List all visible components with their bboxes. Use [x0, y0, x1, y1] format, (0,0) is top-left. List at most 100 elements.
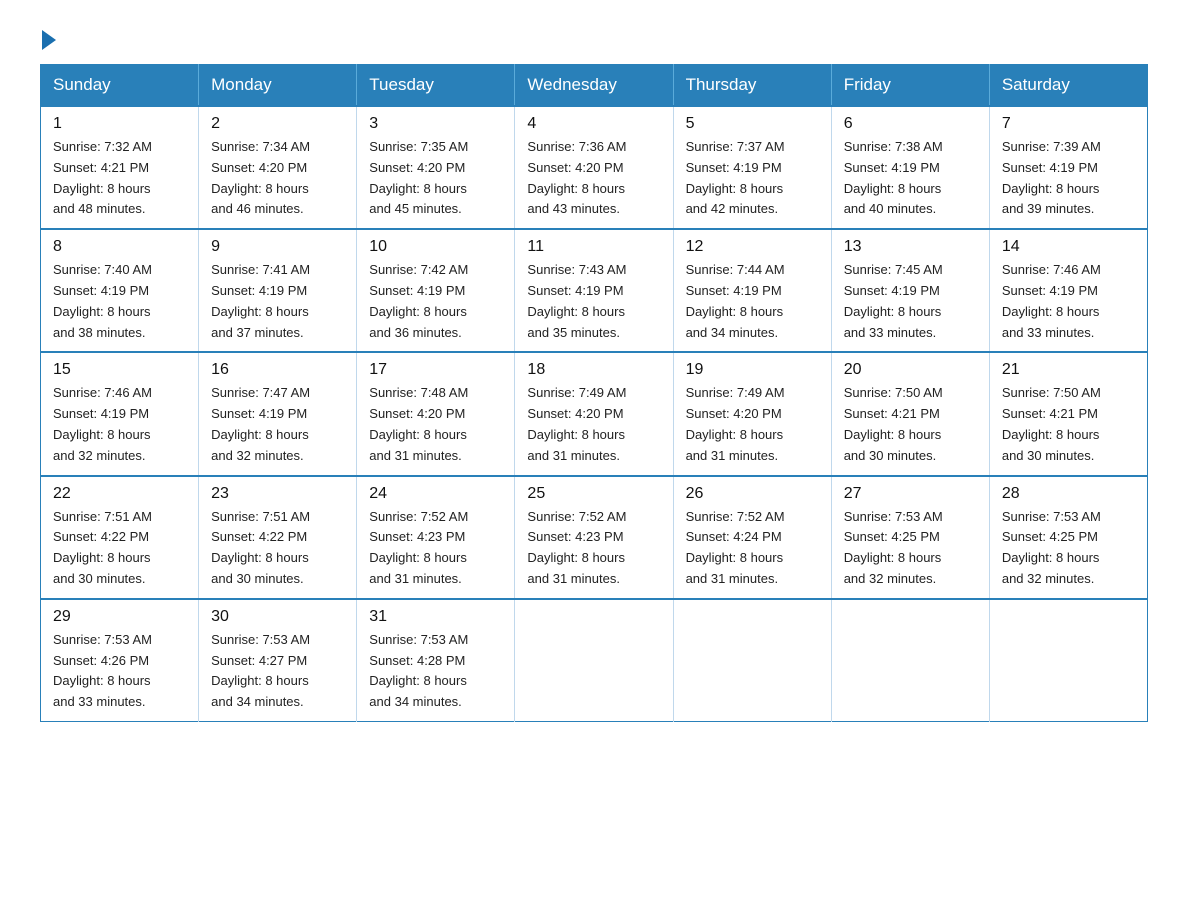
day-number: 3: [369, 115, 502, 133]
day-info: Sunrise: 7:41 AM Sunset: 4:19 PM Dayligh…: [211, 262, 310, 339]
calendar-cell: 1 Sunrise: 7:32 AM Sunset: 4:21 PM Dayli…: [41, 106, 199, 229]
day-info: Sunrise: 7:34 AM Sunset: 4:20 PM Dayligh…: [211, 139, 310, 216]
calendar-cell: 12 Sunrise: 7:44 AM Sunset: 4:19 PM Dayl…: [673, 229, 831, 352]
day-info: Sunrise: 7:40 AM Sunset: 4:19 PM Dayligh…: [53, 262, 152, 339]
logo-arrow-icon: [42, 30, 56, 50]
day-info: Sunrise: 7:43 AM Sunset: 4:19 PM Dayligh…: [527, 262, 626, 339]
calendar-week-row: 1 Sunrise: 7:32 AM Sunset: 4:21 PM Dayli…: [41, 106, 1148, 229]
calendar-cell: 19 Sunrise: 7:49 AM Sunset: 4:20 PM Dayl…: [673, 352, 831, 475]
calendar-cell: 7 Sunrise: 7:39 AM Sunset: 4:19 PM Dayli…: [989, 106, 1147, 229]
calendar-cell: 28 Sunrise: 7:53 AM Sunset: 4:25 PM Dayl…: [989, 476, 1147, 599]
day-number: 20: [844, 361, 977, 379]
calendar-cell: 20 Sunrise: 7:50 AM Sunset: 4:21 PM Dayl…: [831, 352, 989, 475]
day-info: Sunrise: 7:45 AM Sunset: 4:19 PM Dayligh…: [844, 262, 943, 339]
day-number: 6: [844, 115, 977, 133]
day-number: 27: [844, 485, 977, 503]
calendar-cell: 23 Sunrise: 7:51 AM Sunset: 4:22 PM Dayl…: [199, 476, 357, 599]
weekday-header-tuesday: Tuesday: [357, 65, 515, 107]
day-info: Sunrise: 7:32 AM Sunset: 4:21 PM Dayligh…: [53, 139, 152, 216]
calendar-cell: [673, 599, 831, 722]
day-info: Sunrise: 7:53 AM Sunset: 4:25 PM Dayligh…: [1002, 509, 1101, 586]
day-number: 18: [527, 361, 660, 379]
calendar-cell: 2 Sunrise: 7:34 AM Sunset: 4:20 PM Dayli…: [199, 106, 357, 229]
day-number: 16: [211, 361, 344, 379]
day-number: 21: [1002, 361, 1135, 379]
calendar-cell: 3 Sunrise: 7:35 AM Sunset: 4:20 PM Dayli…: [357, 106, 515, 229]
calendar-cell: 31 Sunrise: 7:53 AM Sunset: 4:28 PM Dayl…: [357, 599, 515, 722]
day-info: Sunrise: 7:50 AM Sunset: 4:21 PM Dayligh…: [1002, 385, 1101, 462]
day-info: Sunrise: 7:46 AM Sunset: 4:19 PM Dayligh…: [1002, 262, 1101, 339]
weekday-header-friday: Friday: [831, 65, 989, 107]
day-number: 29: [53, 608, 186, 626]
page-header: [40, 30, 1148, 44]
day-info: Sunrise: 7:51 AM Sunset: 4:22 PM Dayligh…: [53, 509, 152, 586]
calendar-cell: 15 Sunrise: 7:46 AM Sunset: 4:19 PM Dayl…: [41, 352, 199, 475]
calendar-cell: 16 Sunrise: 7:47 AM Sunset: 4:19 PM Dayl…: [199, 352, 357, 475]
day-number: 26: [686, 485, 819, 503]
day-info: Sunrise: 7:52 AM Sunset: 4:24 PM Dayligh…: [686, 509, 785, 586]
calendar-cell: 30 Sunrise: 7:53 AM Sunset: 4:27 PM Dayl…: [199, 599, 357, 722]
calendar-cell: 9 Sunrise: 7:41 AM Sunset: 4:19 PM Dayli…: [199, 229, 357, 352]
day-number: 11: [527, 238, 660, 256]
day-info: Sunrise: 7:53 AM Sunset: 4:28 PM Dayligh…: [369, 632, 468, 709]
day-info: Sunrise: 7:50 AM Sunset: 4:21 PM Dayligh…: [844, 385, 943, 462]
calendar-cell: [515, 599, 673, 722]
day-number: 31: [369, 608, 502, 626]
weekday-header-saturday: Saturday: [989, 65, 1147, 107]
day-number: 22: [53, 485, 186, 503]
calendar-cell: 14 Sunrise: 7:46 AM Sunset: 4:19 PM Dayl…: [989, 229, 1147, 352]
day-info: Sunrise: 7:39 AM Sunset: 4:19 PM Dayligh…: [1002, 139, 1101, 216]
day-number: 8: [53, 238, 186, 256]
day-info: Sunrise: 7:47 AM Sunset: 4:19 PM Dayligh…: [211, 385, 310, 462]
day-number: 2: [211, 115, 344, 133]
weekday-header-sunday: Sunday: [41, 65, 199, 107]
day-info: Sunrise: 7:52 AM Sunset: 4:23 PM Dayligh…: [527, 509, 626, 586]
day-number: 13: [844, 238, 977, 256]
day-info: Sunrise: 7:53 AM Sunset: 4:25 PM Dayligh…: [844, 509, 943, 586]
weekday-header-monday: Monday: [199, 65, 357, 107]
calendar-cell: 11 Sunrise: 7:43 AM Sunset: 4:19 PM Dayl…: [515, 229, 673, 352]
day-number: 7: [1002, 115, 1135, 133]
day-number: 17: [369, 361, 502, 379]
logo: [40, 30, 58, 44]
day-info: Sunrise: 7:53 AM Sunset: 4:27 PM Dayligh…: [211, 632, 310, 709]
day-info: Sunrise: 7:49 AM Sunset: 4:20 PM Dayligh…: [686, 385, 785, 462]
day-number: 12: [686, 238, 819, 256]
day-info: Sunrise: 7:38 AM Sunset: 4:19 PM Dayligh…: [844, 139, 943, 216]
day-info: Sunrise: 7:51 AM Sunset: 4:22 PM Dayligh…: [211, 509, 310, 586]
weekday-header-row: SundayMondayTuesdayWednesdayThursdayFrid…: [41, 65, 1148, 107]
calendar-cell: [831, 599, 989, 722]
calendar-week-row: 29 Sunrise: 7:53 AM Sunset: 4:26 PM Dayl…: [41, 599, 1148, 722]
calendar-cell: 4 Sunrise: 7:36 AM Sunset: 4:20 PM Dayli…: [515, 106, 673, 229]
calendar-cell: 25 Sunrise: 7:52 AM Sunset: 4:23 PM Dayl…: [515, 476, 673, 599]
calendar-week-row: 22 Sunrise: 7:51 AM Sunset: 4:22 PM Dayl…: [41, 476, 1148, 599]
calendar-cell: 13 Sunrise: 7:45 AM Sunset: 4:19 PM Dayl…: [831, 229, 989, 352]
calendar-cell: 26 Sunrise: 7:52 AM Sunset: 4:24 PM Dayl…: [673, 476, 831, 599]
calendar-cell: 10 Sunrise: 7:42 AM Sunset: 4:19 PM Dayl…: [357, 229, 515, 352]
calendar-cell: 5 Sunrise: 7:37 AM Sunset: 4:19 PM Dayli…: [673, 106, 831, 229]
day-info: Sunrise: 7:36 AM Sunset: 4:20 PM Dayligh…: [527, 139, 626, 216]
calendar-week-row: 15 Sunrise: 7:46 AM Sunset: 4:19 PM Dayl…: [41, 352, 1148, 475]
day-number: 9: [211, 238, 344, 256]
day-info: Sunrise: 7:52 AM Sunset: 4:23 PM Dayligh…: [369, 509, 468, 586]
calendar-cell: 17 Sunrise: 7:48 AM Sunset: 4:20 PM Dayl…: [357, 352, 515, 475]
day-number: 15: [53, 361, 186, 379]
day-info: Sunrise: 7:46 AM Sunset: 4:19 PM Dayligh…: [53, 385, 152, 462]
day-number: 24: [369, 485, 502, 503]
calendar-table: SundayMondayTuesdayWednesdayThursdayFrid…: [40, 64, 1148, 722]
calendar-cell: 27 Sunrise: 7:53 AM Sunset: 4:25 PM Dayl…: [831, 476, 989, 599]
day-info: Sunrise: 7:35 AM Sunset: 4:20 PM Dayligh…: [369, 139, 468, 216]
calendar-week-row: 8 Sunrise: 7:40 AM Sunset: 4:19 PM Dayli…: [41, 229, 1148, 352]
day-number: 25: [527, 485, 660, 503]
day-info: Sunrise: 7:48 AM Sunset: 4:20 PM Dayligh…: [369, 385, 468, 462]
calendar-cell: 8 Sunrise: 7:40 AM Sunset: 4:19 PM Dayli…: [41, 229, 199, 352]
day-info: Sunrise: 7:37 AM Sunset: 4:19 PM Dayligh…: [686, 139, 785, 216]
day-number: 4: [527, 115, 660, 133]
calendar-cell: 29 Sunrise: 7:53 AM Sunset: 4:26 PM Dayl…: [41, 599, 199, 722]
calendar-cell: 6 Sunrise: 7:38 AM Sunset: 4:19 PM Dayli…: [831, 106, 989, 229]
day-number: 1: [53, 115, 186, 133]
day-info: Sunrise: 7:44 AM Sunset: 4:19 PM Dayligh…: [686, 262, 785, 339]
day-number: 5: [686, 115, 819, 133]
weekday-header-thursday: Thursday: [673, 65, 831, 107]
calendar-cell: [989, 599, 1147, 722]
